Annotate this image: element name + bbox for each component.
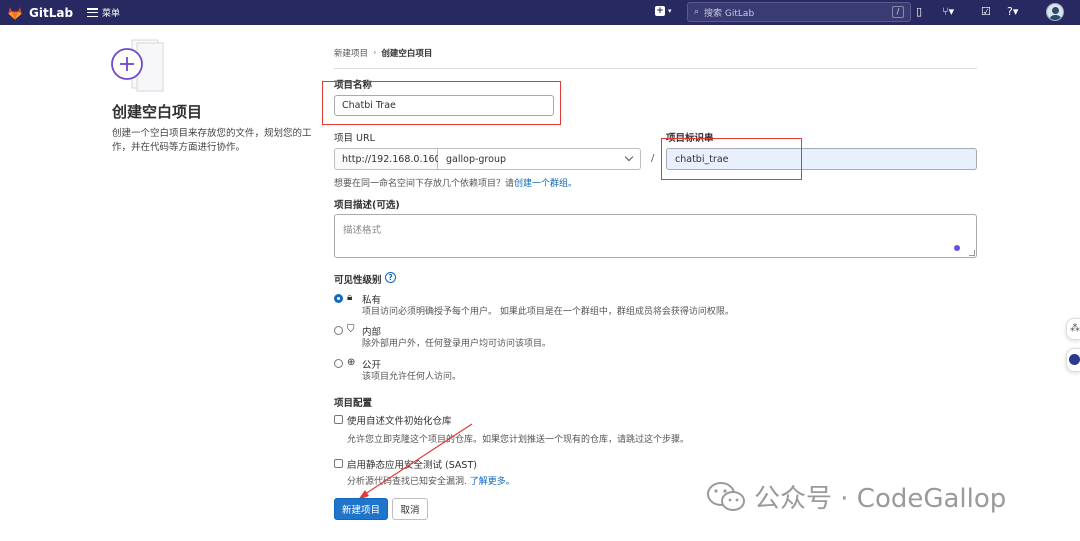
help-icon[interactable]: ?▾ (1007, 5, 1018, 19)
chevron-down-icon (624, 152, 634, 162)
visibility-public-radio[interactable] (334, 359, 343, 368)
namespace-value: gallop-group (446, 153, 506, 165)
cancel-button[interactable]: 取消 (392, 498, 428, 520)
left-panel-title: 创建空白项目 (112, 103, 203, 121)
issues-icon[interactable]: ▯ (916, 5, 922, 19)
grid-icon: ⁂ (1070, 323, 1080, 334)
visibility-internal-description: 除外部用户外，任何登录用户均可访问该项目。 (362, 339, 552, 349)
menu-button[interactable]: 菜单 (87, 6, 120, 19)
search-input[interactable]: ⌕ 搜索 GitLab / (687, 2, 911, 22)
left-panel-description: 创建一个空白项目来存放您的文件，规划您的工作，并在代码等方面进行协作。 (112, 128, 312, 153)
user-avatar[interactable] (1046, 3, 1064, 21)
sast-checkbox[interactable] (334, 459, 343, 468)
gitlab-tanuki-icon (8, 6, 22, 20)
breadcrumb-separator: › (373, 48, 377, 58)
create-group-link[interactable]: 创建一个群组。 (514, 179, 577, 189)
shield-icon: ⛉ (347, 324, 355, 335)
floating-tool-tab[interactable]: ⁂ (1066, 318, 1080, 340)
search-shortcut-hint: / (892, 6, 904, 18)
top-navbar: GitLab 菜单 + ▾ ⌕ 搜索 GitLab / ▯ ⑂▾ ☑ ?▾ (0, 0, 1080, 25)
group-hint: 想要在同一命名空间下存放几个依赖项目？请创建一个群组。 (334, 176, 577, 189)
description-label: 项目描述(可选) (334, 200, 400, 211)
hamburger-icon (87, 8, 99, 17)
visibility-private-radio[interactable] (334, 294, 343, 303)
annotation-box-slug (661, 138, 802, 180)
visibility-public-description: 该项目允许任何人访问。 (362, 372, 462, 382)
chevron-down-icon[interactable]: ▾ (668, 7, 672, 15)
watermark-text: 公众号 · CodeGallop (754, 484, 1007, 514)
wechat-logo-icon (707, 481, 745, 511)
brand-name: GitLab (29, 5, 74, 20)
url-prefix: http://192.168.0.160/ (334, 148, 444, 170)
breadcrumb-current: 创建空白项目 (381, 49, 433, 59)
lock-icon: 🔒︎ (347, 292, 353, 303)
namespace-select[interactable]: gallop-group (438, 148, 641, 170)
visibility-private-description: 项目访问必须明确授予每个用户。 如果此项目是在一个群组中，群组成员将会获得访问权… (362, 307, 734, 317)
merge-requests-icon[interactable]: ⑂▾ (942, 5, 954, 19)
blank-project-icon (111, 39, 164, 92)
annotation-box-name (322, 81, 561, 125)
assistant-dot-icon (954, 245, 960, 251)
create-project-button[interactable]: 新建项目 (334, 498, 388, 520)
breadcrumb: 新建项目 › 创建空白项目 (334, 47, 432, 59)
divider (334, 68, 977, 69)
visibility-internal-radio[interactable] (334, 326, 343, 335)
gitlab-logo[interactable]: GitLab (7, 5, 73, 21)
watermark: 公众号 · CodeGallop (706, 478, 1006, 515)
globe-icon: ⊕ (347, 357, 356, 368)
floating-assistant-tab[interactable] (1066, 348, 1080, 372)
new-item-plus-icon[interactable]: + (655, 6, 665, 16)
menu-label: 菜单 (102, 9, 121, 19)
resize-handle[interactable] (969, 250, 975, 256)
description-placeholder: 描述格式 (343, 225, 382, 236)
breadcrumb-parent[interactable]: 新建项目 (334, 47, 368, 59)
search-placeholder: 搜索 GitLab (704, 8, 755, 19)
description-textarea[interactable]: 描述格式 (334, 214, 977, 258)
annotation-arrow (358, 423, 473, 500)
visibility-help-icon[interactable]: ? (385, 272, 396, 283)
project-config-label: 项目配置 (334, 398, 373, 409)
todos-icon[interactable]: ☑ (981, 5, 991, 19)
url-separator: / (651, 153, 655, 164)
project-url-label: 项目 URL (334, 133, 375, 144)
assistant-icon (1069, 354, 1080, 365)
search-icon: ⌕ (694, 7, 700, 17)
group-hint-text: 想要在同一命名空间下存放几个依赖项目？请 (334, 179, 515, 189)
readme-checkbox[interactable] (334, 415, 343, 424)
visibility-label: 可见性级别 (334, 275, 382, 286)
